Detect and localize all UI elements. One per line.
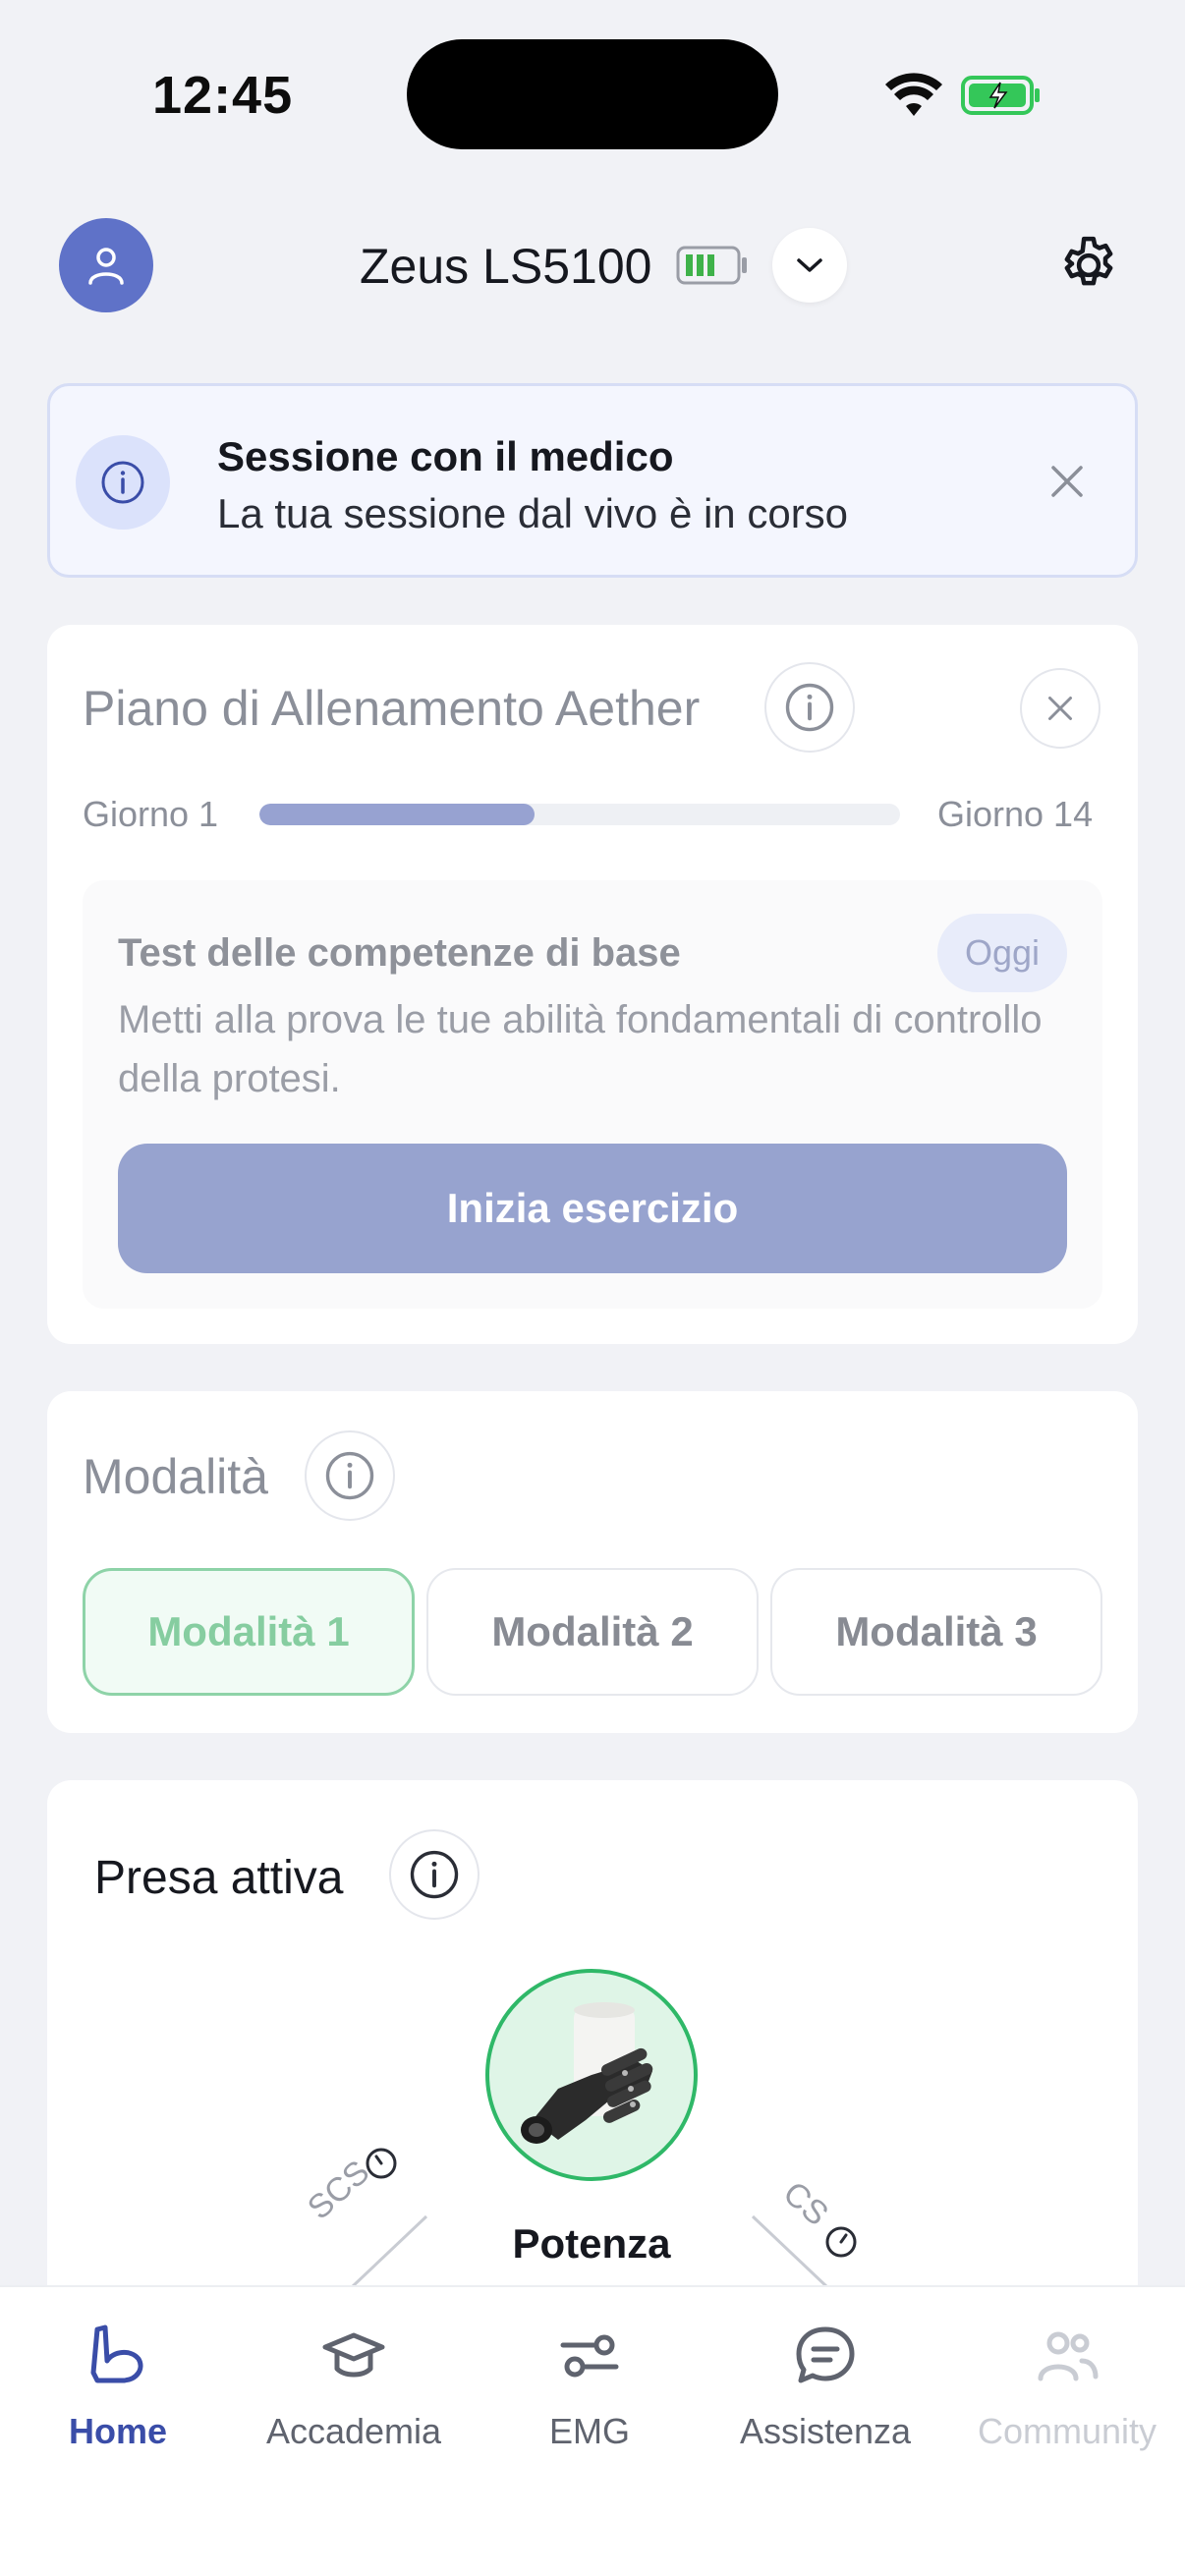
session-banner: Sessione con il medico La tua sessione d… [47,383,1138,578]
exercise-title: Test delle competenze di base [118,931,681,975]
settings-button[interactable] [1053,230,1124,301]
exercise-description: Metti alla prova le tue abilità fondamen… [118,998,1043,1100]
banner-close-button[interactable] [1033,447,1101,516]
training-info-button[interactable] [764,662,855,753]
progress-day-end: Giorno 14 [937,794,1094,834]
exercise-box: Test delle competenze di base Oggi Metti… [83,880,1102,1309]
wifi-icon [885,73,942,116]
training-plan-card: Piano di Allenamento Aether Giorno 1 Gio… [47,625,1138,1344]
close-icon [1051,466,1083,497]
tab-accademia[interactable]: Accademia [236,2311,472,2478]
start-exercise-button[interactable]: Inizia esercizio [118,1144,1067,1273]
battery-icon [961,76,1040,115]
scs-timer-icon [366,2148,397,2179]
grip-name: Potenza [512,2220,671,2267]
tab-assistenza-label: Assistenza [739,2411,912,2451]
grip-title: Presa attiva [94,1852,344,1904]
training-progress-fill [259,804,536,825]
bottom-tab-bar: Home Accademia EMG Assistenza Community [0,2285,1185,2576]
graduation-cap-icon [318,2321,389,2391]
today-badge: Oggi [937,914,1067,992]
tab-accademia-label: Accademia [265,2411,442,2451]
gear-icon [1064,236,1113,286]
training-progress-bar [259,804,900,825]
dynamic-island [407,39,778,149]
user-icon [88,248,124,285]
avatar[interactable] [59,218,153,312]
chat-bubble-icon [790,2321,861,2391]
progress-day-start: Giorno 1 [83,794,219,834]
cs-connector-line [751,2214,829,2289]
device-dropdown-button[interactable] [772,228,847,303]
modes-info-button[interactable] [305,1430,395,1521]
banner-text: La tua sessione dal vivo è in corso [217,490,849,536]
banner-icon [76,435,170,530]
scs-connector-line [350,2214,428,2289]
emg-slider-icon [554,2321,625,2391]
device-battery-icon [676,246,747,285]
info-icon [410,1850,459,1899]
modes-card: Modalità Modalità 1 Modalità 2 Modalità … [47,1391,1138,1733]
training-title: Piano di Allenamento Aether [83,681,701,736]
device-name[interactable]: Zeus LS5100 [360,238,651,295]
mode-1-button[interactable]: Modalità 1 [83,1568,415,1696]
status-bar: 12:45 [0,0,1185,187]
close-icon [1048,697,1072,720]
tab-emg-label: EMG [548,2411,630,2451]
tab-home-label: Home [68,2411,168,2451]
chevron-down-icon [797,258,822,272]
tab-community[interactable]: Community [949,2311,1185,2478]
banner-title: Sessione con il medico [217,433,674,479]
people-icon [1032,2321,1102,2391]
info-icon [101,461,144,504]
training-close-button[interactable] [1020,668,1100,749]
mode-3-button[interactable]: Modalità 3 [770,1568,1102,1696]
mode-2-button[interactable]: Modalità 2 [426,1568,759,1696]
info-icon [785,683,834,732]
grip-info-button[interactable] [389,1829,480,1920]
modes-title: Modalità [83,1449,268,1504]
home-arm-icon [83,2321,153,2391]
tab-assistenza[interactable]: Assistenza [707,2311,943,2478]
prosthetic-hand-icon [521,2002,653,2144]
info-icon [325,1451,374,1500]
header: Zeus LS5100 [0,216,1185,314]
grip-image[interactable] [485,1969,698,2181]
status-time: 12:45 [152,66,294,125]
tab-home[interactable]: Home [0,2311,236,2478]
tab-community-label: Community [977,2411,1157,2451]
tab-emg[interactable]: EMG [472,2311,707,2478]
